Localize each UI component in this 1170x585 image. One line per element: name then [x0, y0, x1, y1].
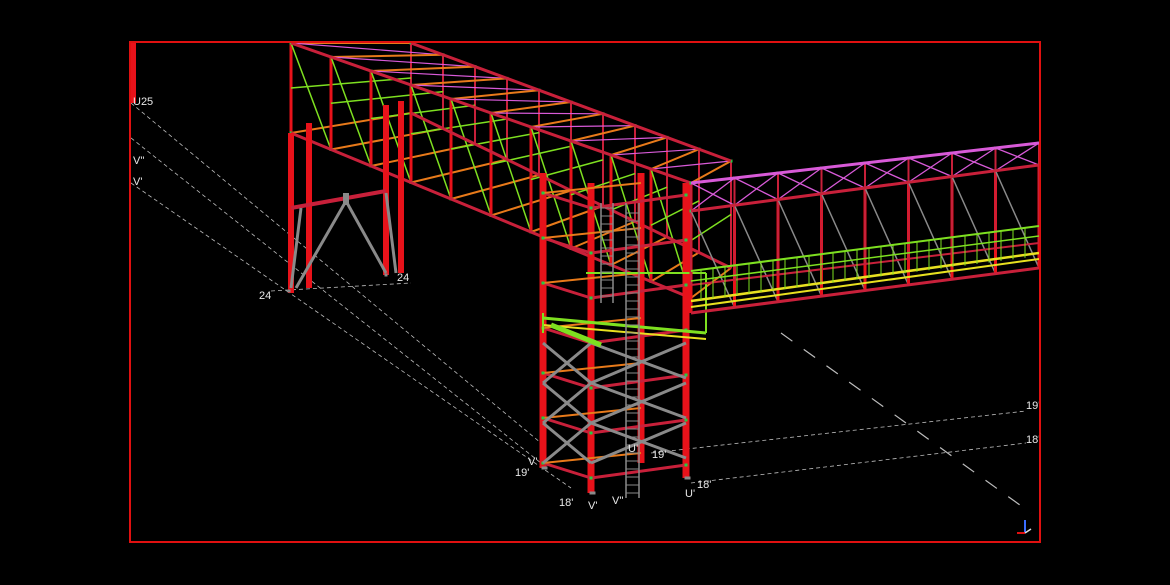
connection-stud	[589, 476, 593, 480]
grid-line	[131, 182, 572, 489]
connection-stud	[589, 251, 593, 255]
model-viewport[interactable]: U25 V'' V' 24 24 19' V' 19' U' 18' V' V'…	[129, 41, 1041, 543]
connection-stud	[541, 371, 545, 375]
grid-line	[131, 137, 542, 464]
grid-line	[780, 332, 1032, 514]
grid-label-v2-bottom: V''	[612, 495, 624, 507]
truss-diagonal	[733, 204, 779, 303]
grid-line	[131, 102, 542, 444]
connection-stud	[684, 463, 688, 467]
grid-label-v1-mid: V'	[528, 456, 538, 468]
connection-stud	[684, 193, 688, 197]
connection-stud	[589, 431, 593, 435]
grid-label-u2-bottom: U'	[685, 488, 696, 500]
grid-label-18-far: 18'	[1026, 434, 1041, 446]
base-plate	[684, 476, 688, 480]
grid-label-u25: U25	[133, 96, 154, 108]
connection-stud	[684, 283, 688, 287]
truss-crossbeam	[370, 65, 476, 72]
base-plate	[687, 476, 691, 480]
grid-label-18-right-bottom: 18'	[697, 479, 712, 491]
floor-brace	[690, 213, 732, 242]
grid-label-v1: V'	[133, 176, 143, 188]
top-diagonal	[995, 147, 1039, 166]
connection-stud	[541, 416, 545, 420]
grid-label-19-far: 19'	[1026, 400, 1041, 412]
top-diagonal	[490, 112, 604, 115]
connection-stud	[541, 191, 545, 195]
grid-label-24-right: 24	[397, 272, 410, 284]
truss-diagonal	[820, 193, 866, 291]
grid-line	[650, 410, 1027, 454]
floor-brace	[450, 131, 540, 150]
grid-label-18-bottom: 18'	[559, 497, 574, 509]
top-diagonal	[777, 172, 822, 195]
top-diagonal	[908, 157, 953, 178]
truss-crossbeam	[410, 158, 508, 184]
tower-girt	[542, 461, 592, 480]
base-plate	[541, 466, 545, 470]
base-plate	[384, 273, 388, 277]
top-diagonal	[450, 98, 572, 103]
truss-crossbeam	[330, 53, 444, 58]
truss-diagonal	[330, 56, 372, 167]
base-plate	[589, 491, 593, 495]
top-diagonal	[290, 43, 444, 56]
tower-girt	[542, 236, 592, 255]
connection-stud	[684, 238, 688, 242]
top-diagonal	[530, 125, 636, 128]
connection-stud	[589, 296, 593, 300]
connection-stud	[541, 236, 545, 240]
truss-crossbeam	[450, 174, 540, 200]
grid-label-24-left: 24	[259, 290, 272, 302]
truss-diagonal	[370, 70, 412, 183]
x-brace	[344, 200, 388, 274]
top-diagonal	[864, 162, 909, 183]
connection-stud	[589, 206, 593, 210]
grid-label-19-left: 19'	[515, 467, 530, 479]
bent-beam	[290, 189, 387, 210]
connection-stud	[589, 386, 593, 390]
truss-crossbeam	[530, 112, 604, 128]
truss-crossbeam	[410, 77, 508, 86]
truss-crossbeam	[490, 101, 572, 114]
top-diagonal	[734, 177, 779, 201]
base-plate	[592, 491, 596, 495]
top-diagonal	[951, 152, 996, 172]
grid-label-v1-bottom: V'	[588, 500, 598, 512]
connection-stud	[541, 281, 545, 285]
grid-label-u1-mid: U'	[628, 443, 639, 455]
base-plate	[544, 466, 548, 470]
tower-girt	[542, 281, 592, 300]
truss-crossbeam	[450, 89, 540, 100]
top-diagonal	[821, 167, 866, 189]
grid-label-v2: V''	[133, 155, 145, 167]
truss-diagonal	[864, 187, 910, 286]
axis-tripod-icon	[1017, 520, 1032, 534]
grid-label-19-mid: 19'	[652, 449, 667, 461]
base-plate	[287, 289, 291, 293]
grid-line	[690, 442, 1027, 484]
